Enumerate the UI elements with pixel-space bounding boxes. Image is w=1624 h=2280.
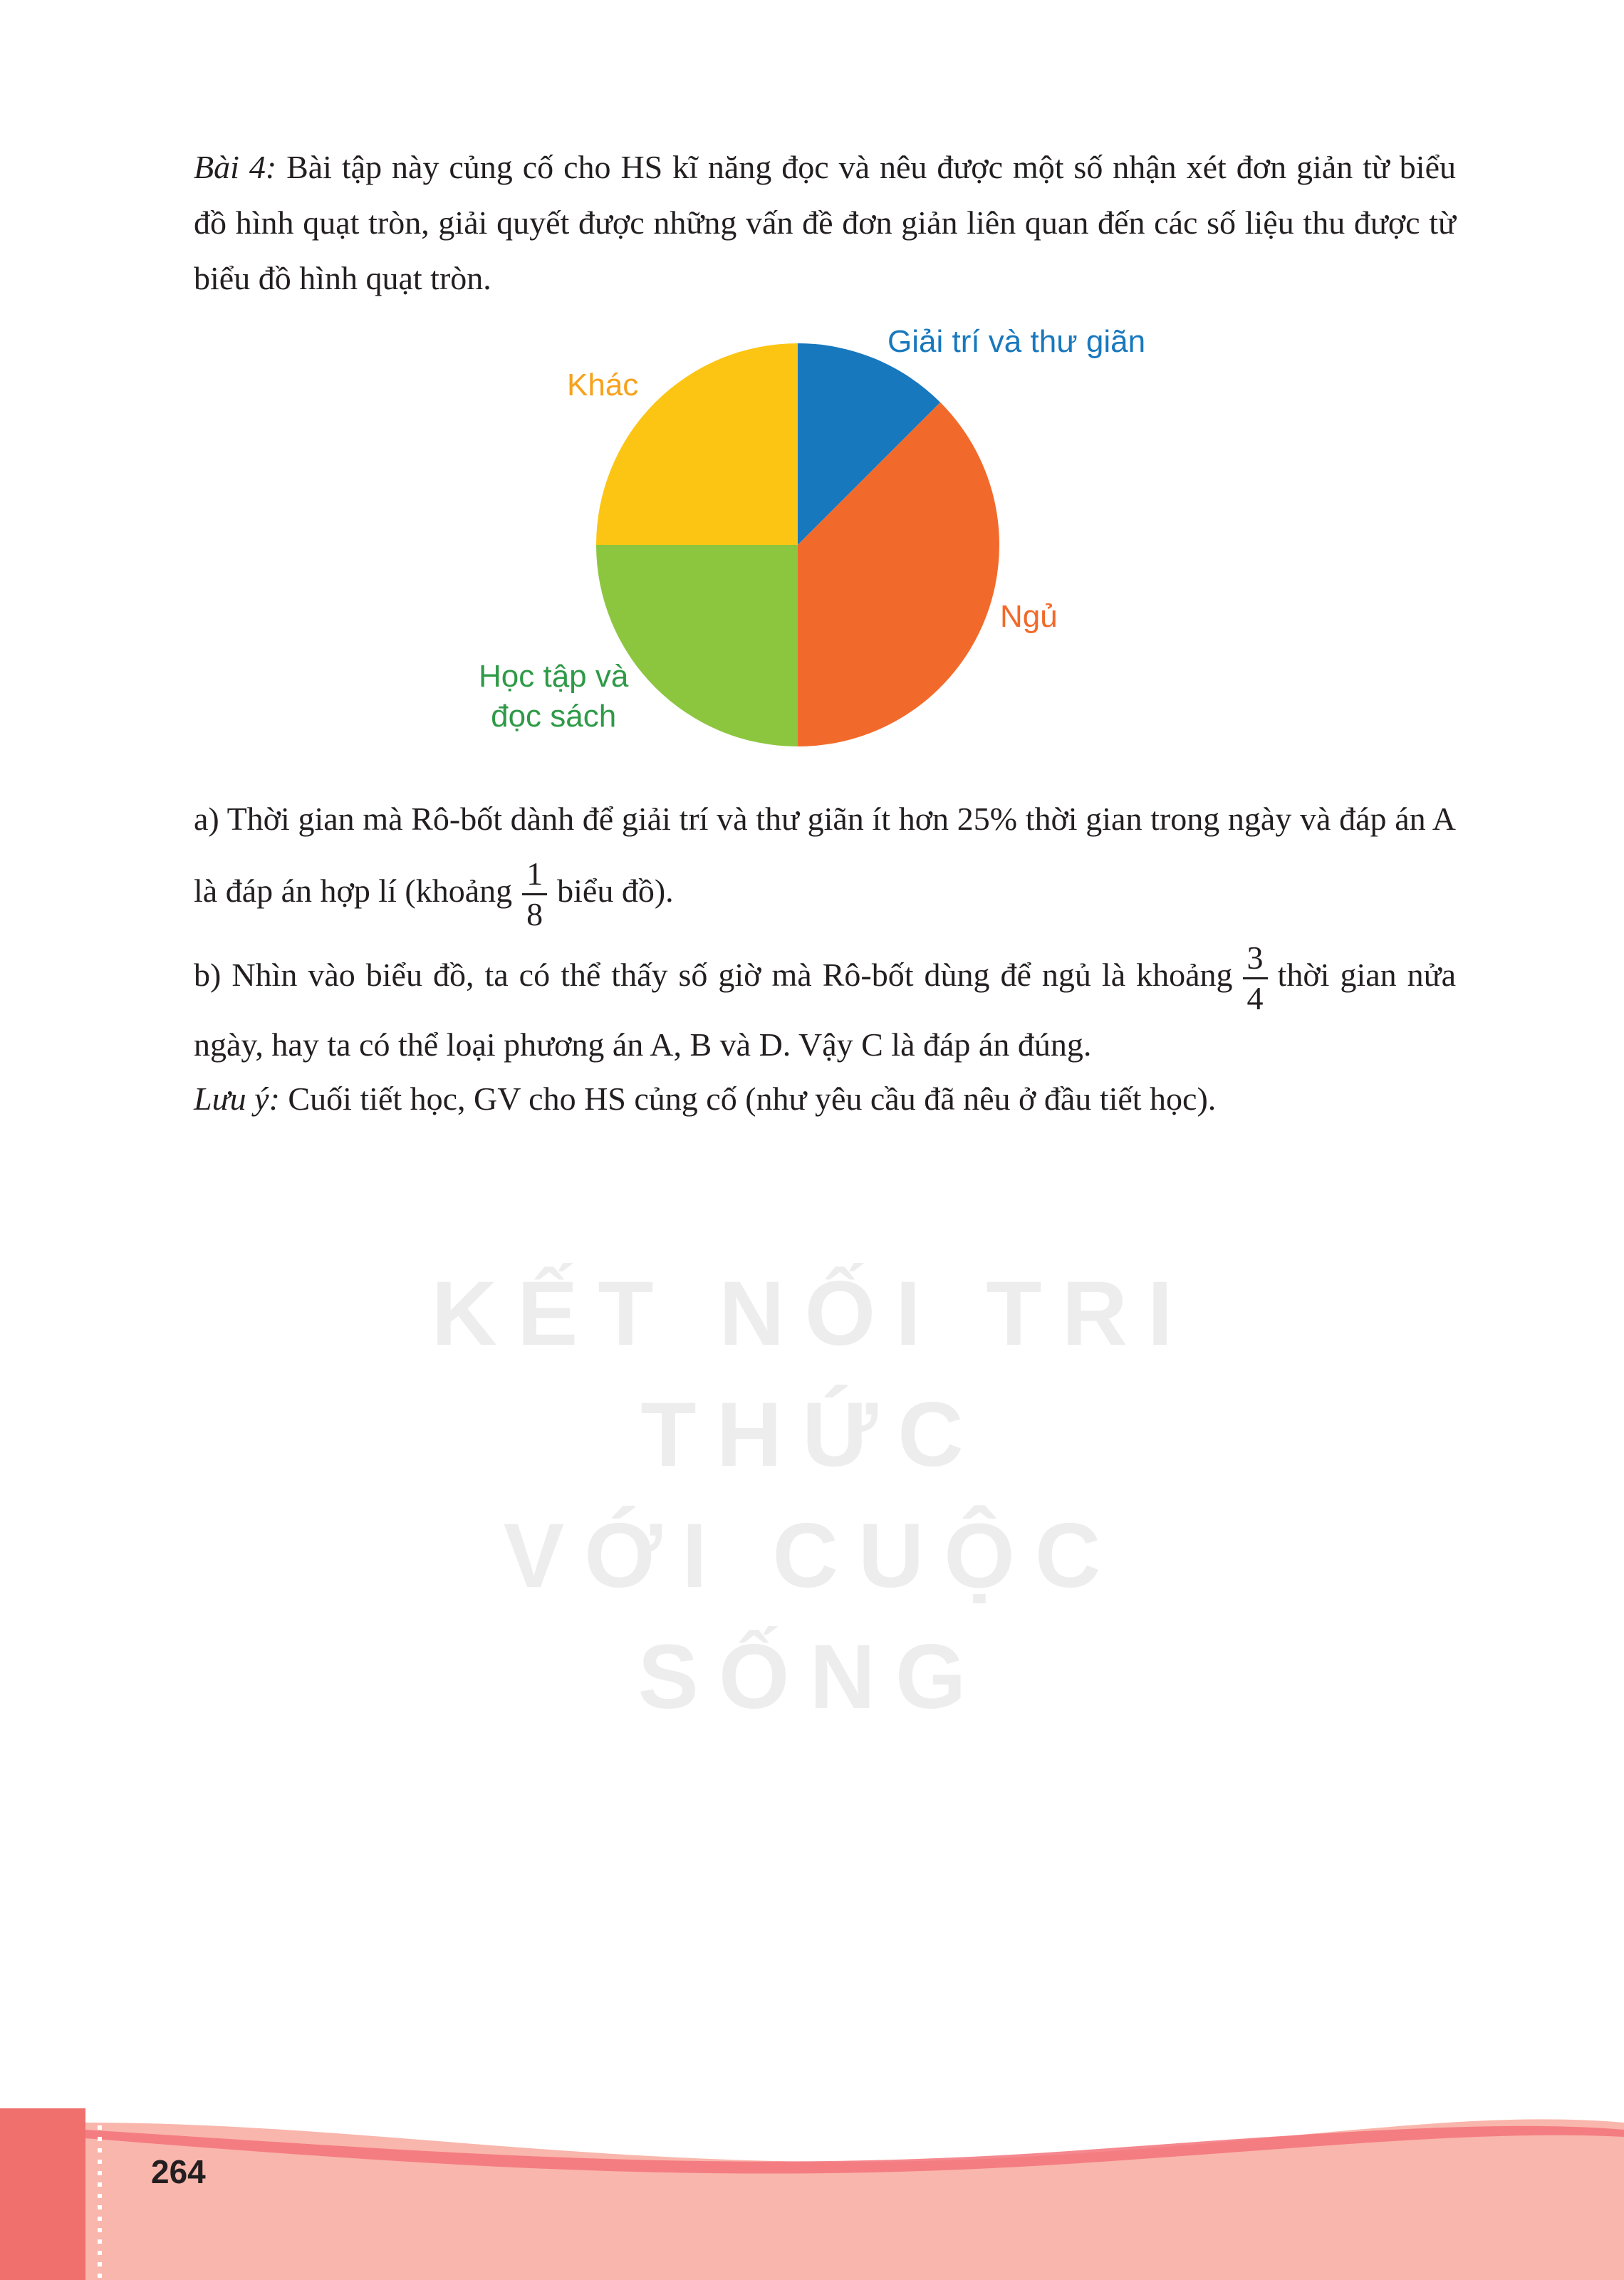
- fraction-numerator: 1: [522, 855, 548, 895]
- fraction-denominator: 4: [1246, 980, 1264, 1016]
- answer-b: b) Nhìn vào biểu đồ, ta có thể thấy số g…: [194, 939, 1456, 1072]
- answer-b-text: b) Nhìn vào biểu đồ, ta có thể thấy số g…: [194, 957, 1233, 994]
- legend-label-other: Khác: [567, 368, 639, 402]
- legend-label-study-line-1: Học tập và: [479, 659, 629, 694]
- textbook-page: KẾT NỐI TRI THỨC VỚI CUỘC SỐNG Bài 4: Bà…: [0, 0, 1624, 2280]
- fraction-one-eighth: 18: [522, 855, 548, 934]
- legend-label-study-line-2: đọc sách: [491, 699, 617, 734]
- note-text: Cuối tiết học, GV cho HS củng cố (như yê…: [279, 1081, 1217, 1117]
- legend-label-sleep: Ngủ: [1000, 599, 1058, 634]
- watermark-line-2: VỚI CUỘC SỐNG: [503, 1505, 1121, 1728]
- legend-label-study: Học tập và đọc sách: [479, 657, 628, 736]
- legend-label-entertainment: Giải trí và thư giãn: [888, 324, 1146, 359]
- exercise-label: Bài 4:: [194, 149, 277, 185]
- page-number: 264: [151, 2153, 206, 2190]
- pie-chart: [596, 343, 999, 746]
- exercise-intro-text: Bài tập này củng cố cho HS kĩ năng đọc v…: [194, 149, 1456, 296]
- note: Lưu ý: Cuối tiết học, GV cho HS củng cố …: [194, 1071, 1456, 1127]
- answer-a: a) Thời gian mà Rô-bốt dành để giải trí …: [194, 784, 1456, 934]
- fraction-three-quarters: 34: [1242, 939, 1268, 1018]
- answer-a-text: a) Thời gian mà Rô-bốt dành để giải trí …: [194, 801, 1456, 910]
- note-label: Lưu ý:: [194, 1081, 280, 1117]
- exercise-intro: Bài 4: Bài tập này củng cố cho HS kĩ năn…: [194, 140, 1456, 306]
- watermark-line-1: KẾT NỐI TRI THỨC: [431, 1263, 1193, 1486]
- fraction-numerator: 3: [1242, 939, 1268, 979]
- watermark: KẾT NỐI TRI THỨC VỚI CUỘC SỐNG: [399, 1254, 1225, 1738]
- footer-band: [0, 2108, 1624, 2280]
- fraction-denominator: 8: [526, 896, 543, 932]
- answer-a-text-end: biểu đồ).: [557, 873, 674, 910]
